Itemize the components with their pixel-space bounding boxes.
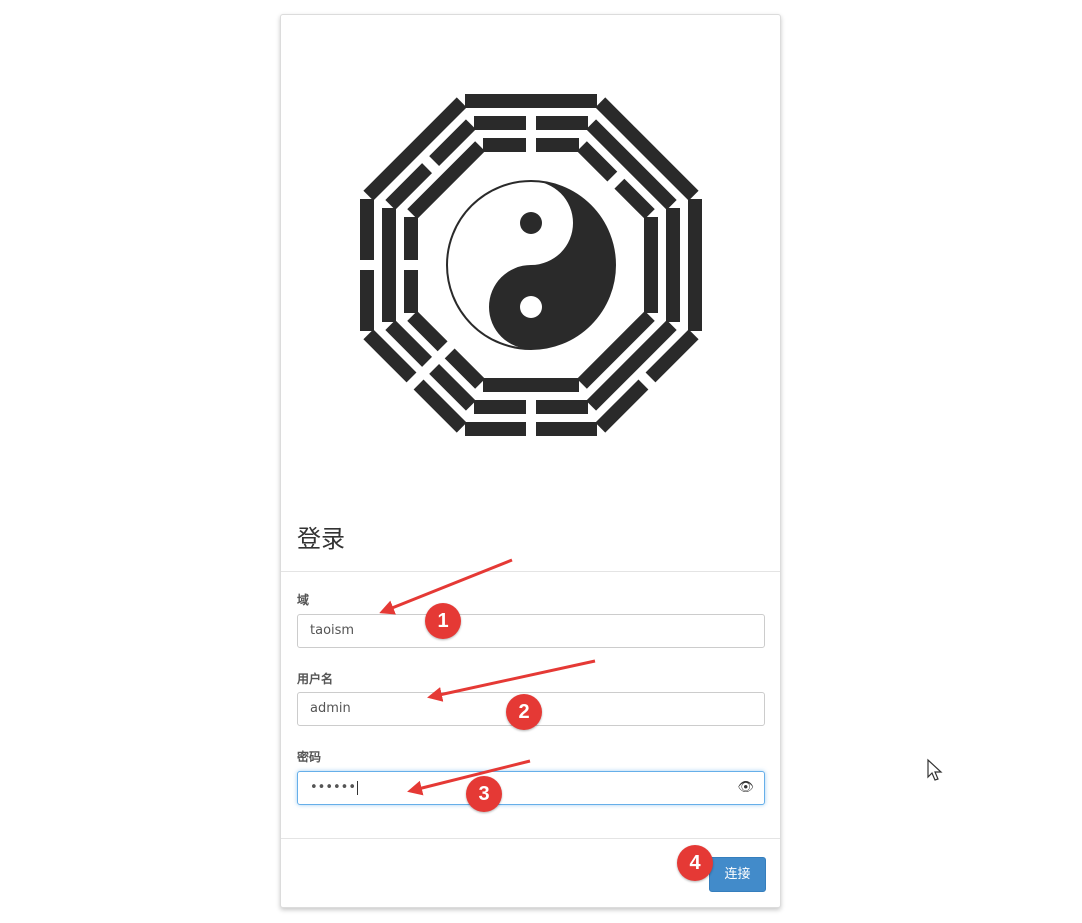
arrow-2 <box>427 659 596 702</box>
step-marker-3: 3 <box>466 776 502 812</box>
annotation-arrows <box>379 558 596 796</box>
step-marker-2: 2 <box>506 694 542 730</box>
step-marker-1: 1 <box>425 603 461 639</box>
mouse-pointer-icon <box>927 758 943 781</box>
step-marker-4: 4 <box>677 845 713 881</box>
